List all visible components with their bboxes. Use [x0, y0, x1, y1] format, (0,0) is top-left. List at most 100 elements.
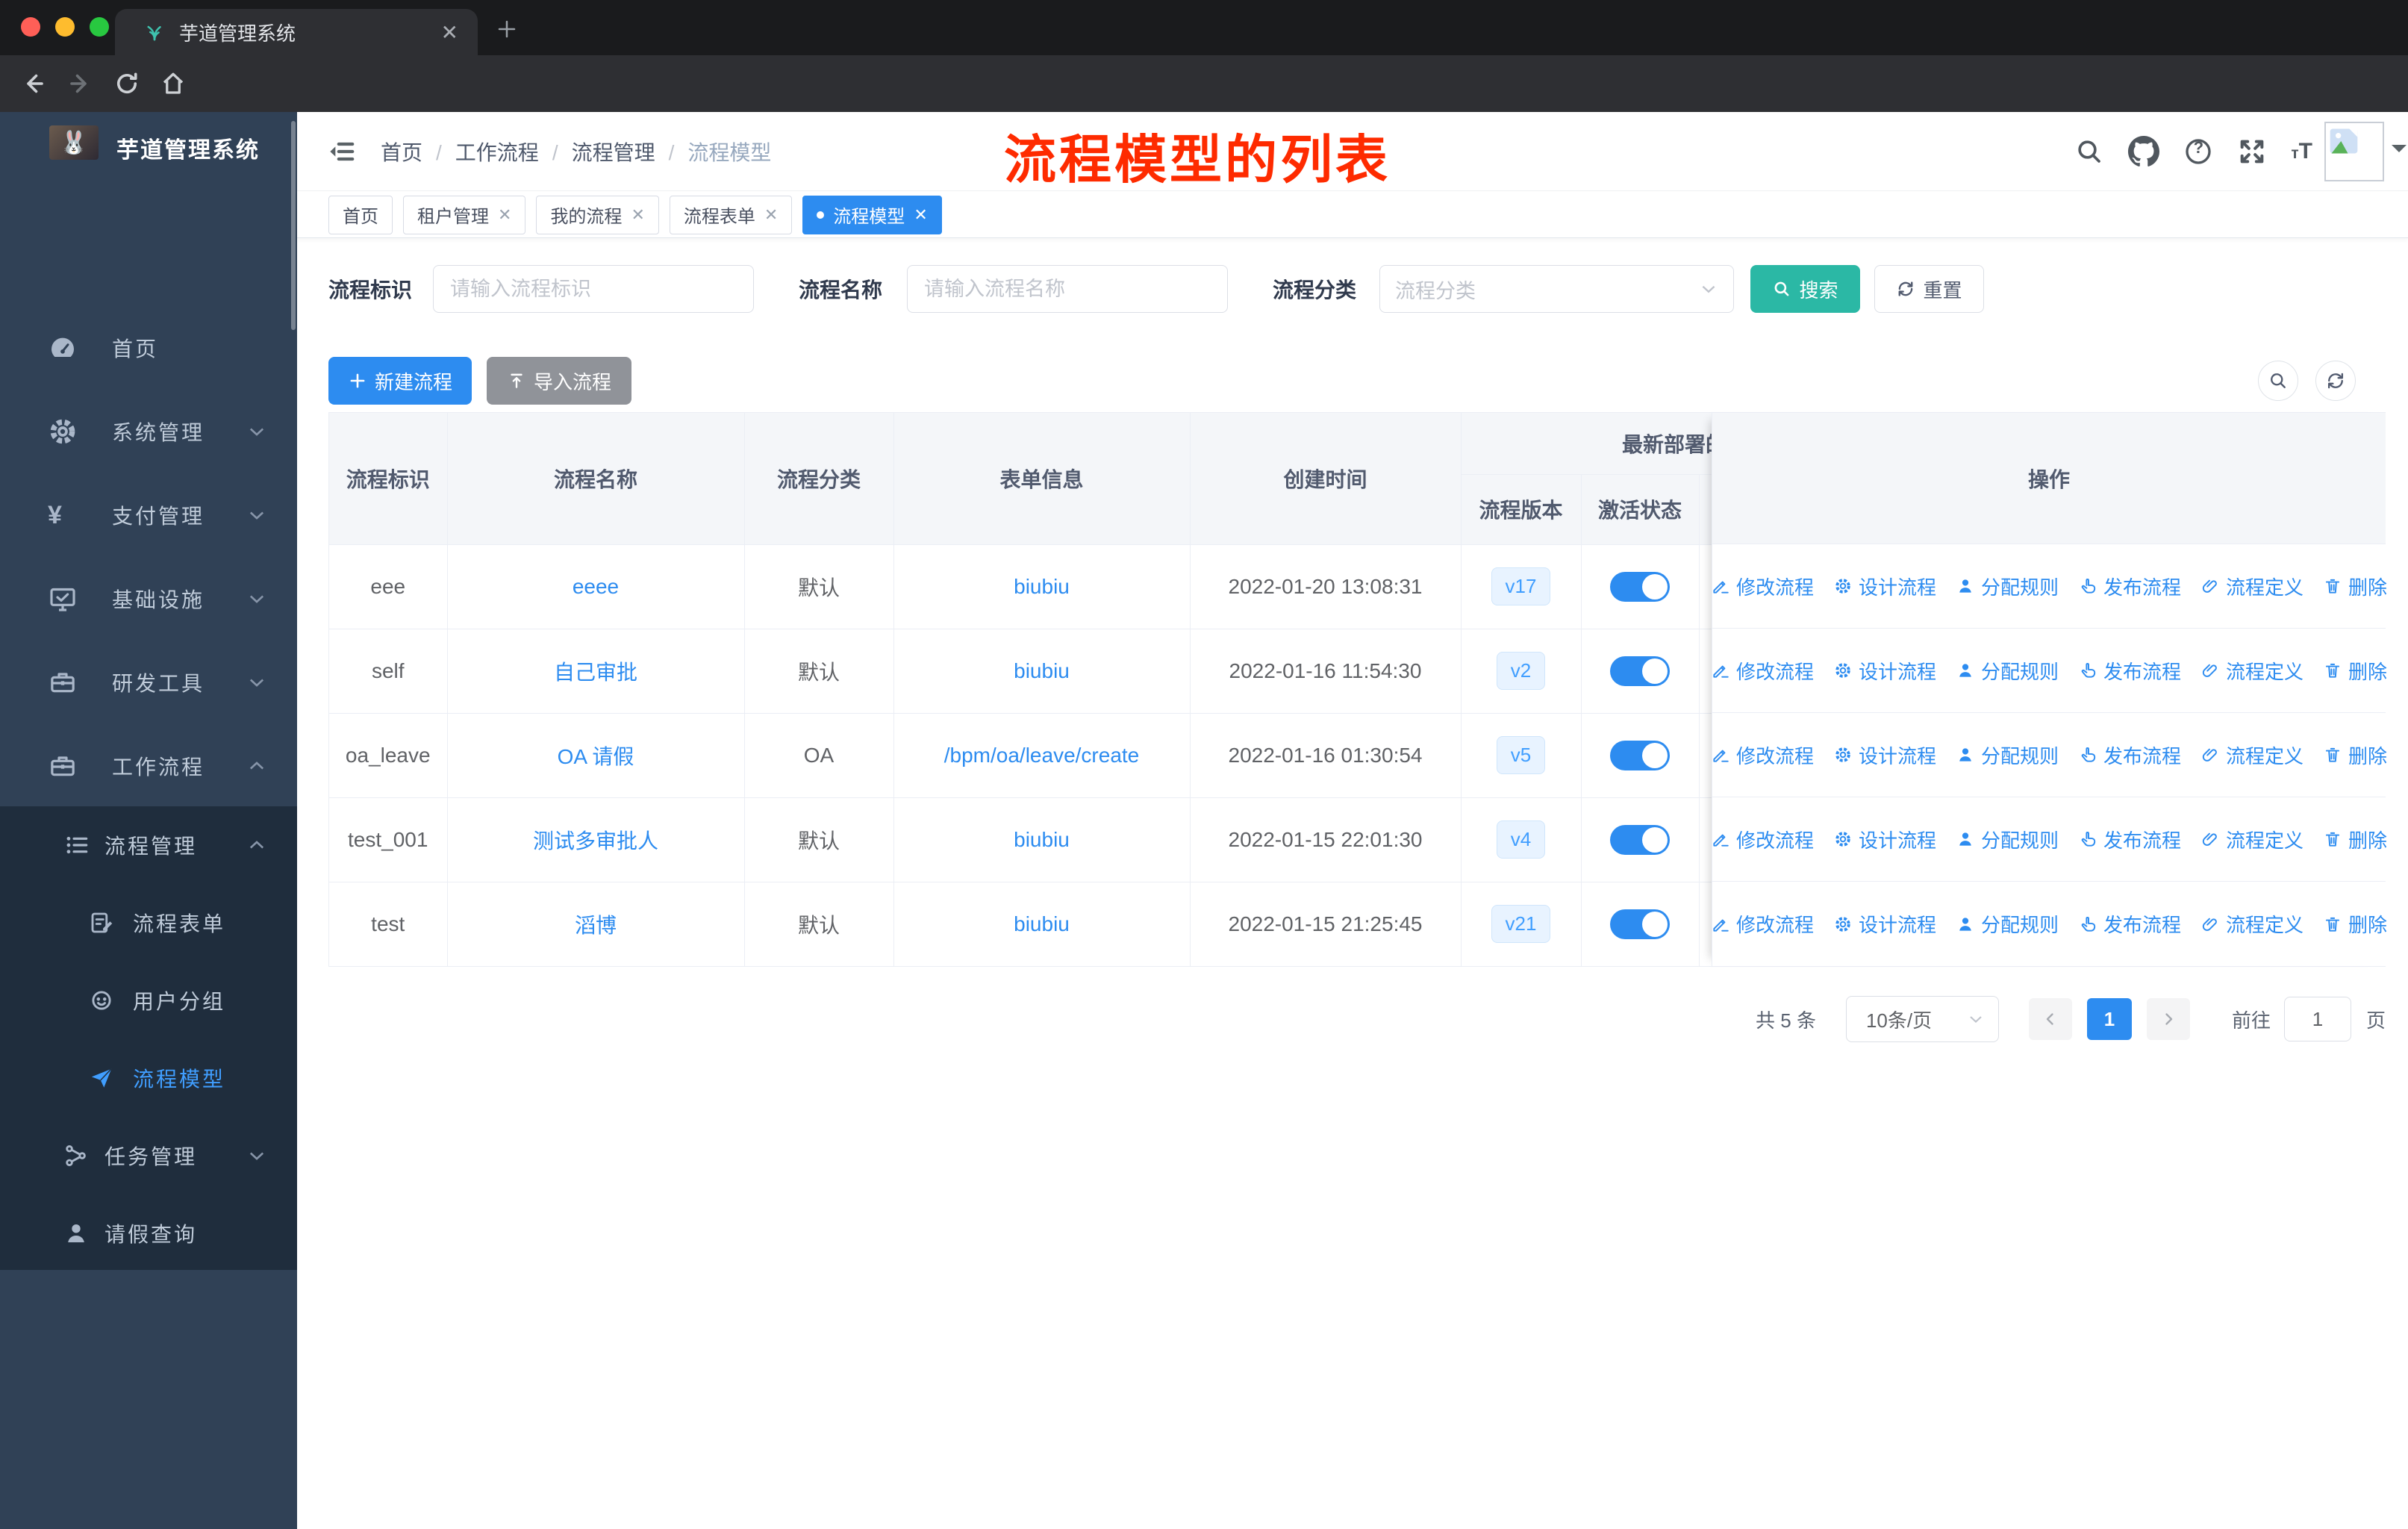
delete-link[interactable]: 删除: [2323, 657, 2387, 685]
prev-page-button[interactable]: [2028, 998, 2072, 1040]
process-name-link[interactable]: eeee: [573, 575, 619, 598]
process-name-link[interactable]: OA 请假: [558, 745, 634, 768]
next-page-button[interactable]: [2146, 998, 2190, 1040]
breadcrumb-item[interactable]: 流程管理: [539, 137, 655, 166]
process-name-link[interactable]: 测试多审批人: [533, 829, 658, 853]
assign-rule-link[interactable]: 分配规则: [1956, 910, 2059, 938]
active-status-toggle[interactable]: [1610, 740, 1670, 770]
tag-process-form[interactable]: 流程表单 ✕: [669, 195, 793, 234]
sidebar-item-leave-query[interactable]: 请假查询: [0, 1195, 297, 1272]
reset-button[interactable]: 重置: [1874, 265, 1984, 313]
tag-close-icon[interactable]: ✕: [498, 205, 511, 225]
publish-process-link[interactable]: 发布流程: [2078, 826, 2181, 853]
form-info-link[interactable]: biubiu: [1014, 659, 1070, 682]
collapse-sidebar-icon[interactable]: [327, 137, 357, 166]
active-status-toggle[interactable]: [1610, 655, 1670, 686]
breadcrumb-item[interactable]: 首页: [381, 137, 422, 166]
fullscreen-icon[interactable]: [2237, 137, 2267, 166]
goto-page-input[interactable]: [2283, 997, 2351, 1041]
tag-tenant[interactable]: 租户管理 ✕: [403, 195, 526, 234]
tag-process-model[interactable]: 流程模型 ✕: [802, 195, 942, 234]
form-info-link[interactable]: biubiu: [1014, 828, 1070, 851]
tag-close-icon[interactable]: ✕: [764, 205, 778, 225]
form-info-link[interactable]: /bpm/oa/leave/create: [944, 744, 1140, 767]
active-status-toggle[interactable]: [1610, 824, 1670, 855]
tag-close-icon[interactable]: ✕: [631, 205, 644, 225]
delete-link[interactable]: 删除: [2323, 826, 2387, 853]
home-icon[interactable]: [160, 70, 187, 97]
process-name-link[interactable]: 自己审批: [554, 661, 637, 684]
filter-name-input[interactable]: [907, 265, 1228, 313]
process-definition-link[interactable]: 流程定义: [2200, 741, 2303, 769]
filter-id-input[interactable]: [433, 265, 754, 313]
tag-home[interactable]: 首页: [328, 195, 393, 234]
design-process-link[interactable]: 设计流程: [1833, 826, 1936, 853]
modify-process-link[interactable]: 修改流程: [1711, 657, 1814, 685]
modify-process-link[interactable]: 修改流程: [1711, 741, 1814, 769]
design-process-link[interactable]: 设计流程: [1833, 910, 1936, 938]
sidebar-item-process-form[interactable]: 流程表单: [0, 884, 297, 962]
window-minimize-button[interactable]: [55, 17, 75, 37]
sidebar-logo-row[interactable]: 🐰 芋道管理系统: [0, 118, 297, 196]
active-status-toggle[interactable]: [1610, 571, 1670, 602]
browser-tab[interactable]: 芋道管理系统 ✕: [115, 9, 478, 55]
sidebar-item-process-management[interactable]: 流程管理: [0, 806, 297, 884]
version-badge[interactable]: v21: [1491, 905, 1551, 943]
github-icon[interactable]: [2128, 136, 2160, 167]
filter-category-select[interactable]: 流程分类: [1379, 265, 1734, 313]
breadcrumb-item[interactable]: 工作流程: [422, 137, 539, 166]
forward-icon[interactable]: [67, 70, 94, 97]
assign-rule-link[interactable]: 分配规则: [1956, 741, 2059, 769]
back-icon[interactable]: [19, 70, 46, 97]
process-name-link[interactable]: 滔博: [575, 914, 617, 937]
search-icon[interactable]: [2074, 137, 2104, 166]
design-process-link[interactable]: 设计流程: [1833, 741, 1936, 769]
font-size-icon[interactable]: тT: [2291, 139, 2312, 164]
help-icon[interactable]: ?: [2183, 137, 2213, 166]
tab-close-icon[interactable]: ✕: [441, 20, 458, 45]
import-process-button[interactable]: 导入流程: [487, 357, 631, 405]
sidebar-item-payment[interactable]: ¥ 支付管理: [0, 473, 297, 557]
process-definition-link[interactable]: 流程定义: [2200, 826, 2303, 853]
modify-process-link[interactable]: 修改流程: [1711, 826, 1814, 853]
sidebar-item-workflow[interactable]: 工作流程: [0, 724, 297, 808]
publish-process-link[interactable]: 发布流程: [2078, 573, 2181, 600]
design-process-link[interactable]: 设计流程: [1833, 573, 1936, 600]
window-zoom-button[interactable]: [90, 17, 109, 37]
show-search-icon-button[interactable]: [2258, 361, 2298, 401]
window-close-button[interactable]: [21, 17, 40, 37]
form-info-link[interactable]: biubiu: [1014, 912, 1070, 935]
assign-rule-link[interactable]: 分配规则: [1956, 826, 2059, 853]
delete-link[interactable]: 删除: [2323, 573, 2387, 600]
tag-close-icon[interactable]: ✕: [914, 205, 927, 225]
version-badge[interactable]: v2: [1496, 652, 1546, 690]
tag-my-process[interactable]: 我的流程 ✕: [536, 195, 659, 234]
process-definition-link[interactable]: 流程定义: [2200, 573, 2303, 600]
sidebar-item-infrastructure[interactable]: 基础设施: [0, 557, 297, 641]
sidebar-item-devtools[interactable]: 研发工具: [0, 641, 297, 724]
publish-process-link[interactable]: 发布流程: [2078, 657, 2181, 685]
modify-process-link[interactable]: 修改流程: [1711, 910, 1814, 938]
refresh-table-icon-button[interactable]: [2315, 361, 2356, 401]
new-tab-icon[interactable]: [496, 18, 518, 40]
publish-process-link[interactable]: 发布流程: [2078, 910, 2181, 938]
sidebar-item-task-management[interactable]: 任务管理: [0, 1117, 297, 1195]
design-process-link[interactable]: 设计流程: [1833, 657, 1936, 685]
sidebar-scrollbar[interactable]: [291, 121, 296, 330]
assign-rule-link[interactable]: 分配规则: [1956, 573, 2059, 600]
version-badge[interactable]: v17: [1491, 567, 1551, 605]
sidebar-item-user-group[interactable]: 用户分组: [0, 962, 297, 1039]
delete-link[interactable]: 删除: [2323, 741, 2387, 769]
publish-process-link[interactable]: 发布流程: [2078, 741, 2181, 769]
assign-rule-link[interactable]: 分配规则: [1956, 657, 2059, 685]
reload-icon[interactable]: [113, 70, 140, 97]
page-number-current[interactable]: 1: [2086, 998, 2132, 1040]
active-status-toggle[interactable]: [1610, 909, 1670, 939]
process-definition-link[interactable]: 流程定义: [2200, 657, 2303, 685]
avatar[interactable]: [2324, 122, 2384, 181]
caret-down-icon[interactable]: [2392, 145, 2407, 160]
sidebar-item-process-model[interactable]: 流程模型: [0, 1039, 297, 1117]
sidebar-item-home[interactable]: 首页: [0, 306, 297, 390]
version-badge[interactable]: v4: [1496, 820, 1546, 859]
process-definition-link[interactable]: 流程定义: [2200, 910, 2303, 938]
